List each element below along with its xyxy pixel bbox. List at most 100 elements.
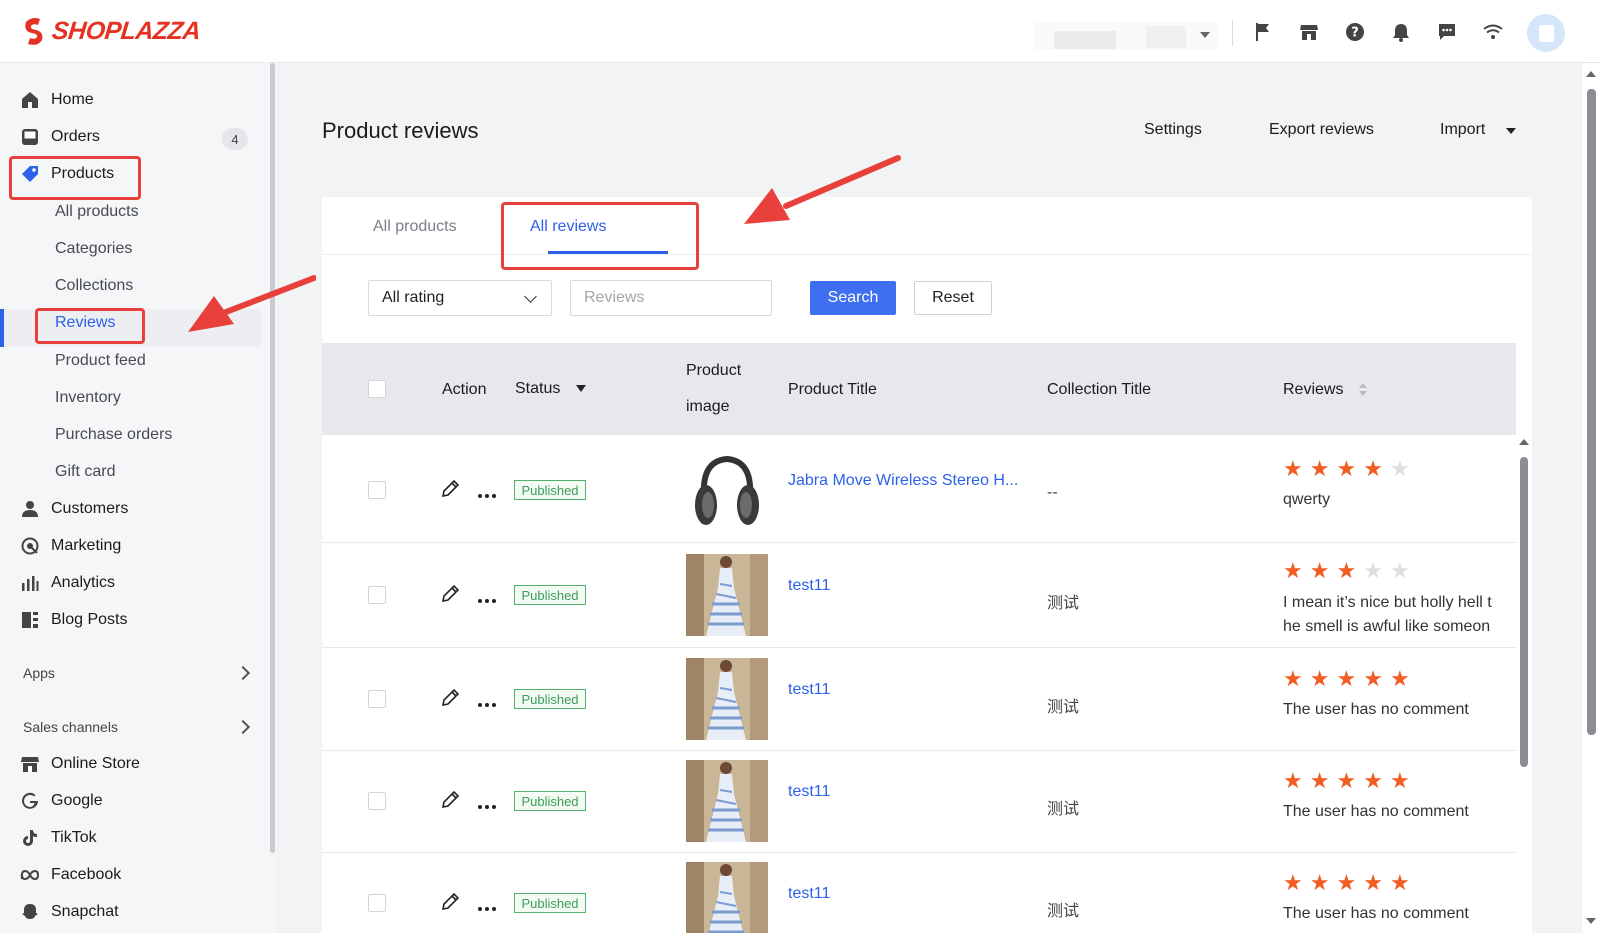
highlight-reviews-box — [35, 308, 145, 344]
sidebar-subitem-gift-card[interactable]: Gift card — [55, 457, 115, 487]
select-all-checkbox[interactable] — [368, 380, 386, 398]
wifi-icon[interactable] — [1481, 20, 1505, 44]
sidebar-item-online-store[interactable]: Online Store — [20, 749, 140, 779]
scroll-up-arrow-icon[interactable] — [1586, 71, 1596, 77]
scrollbar-thumb[interactable] — [1587, 89, 1596, 735]
sort-up-icon[interactable] — [1359, 383, 1367, 388]
message-icon[interactable] — [1435, 20, 1459, 44]
import-button[interactable]: Import — [1440, 121, 1485, 139]
sidebar-subitem-product-feed[interactable]: Product feed — [55, 346, 146, 376]
row-checkbox[interactable] — [368, 586, 386, 604]
collection-title: 测试 — [1047, 903, 1080, 920]
sidebar-subitem-collections[interactable]: Collections — [55, 271, 133, 301]
more-options-icon[interactable] — [477, 899, 497, 917]
highlight-all-reviews-tab-box — [501, 202, 699, 270]
inbox-icon — [20, 127, 40, 147]
more-options-icon[interactable] — [477, 486, 497, 504]
sidebar-subitem-categories[interactable]: Categories — [55, 234, 132, 264]
flag-icon[interactable] — [1251, 20, 1275, 44]
edit-pencil-icon[interactable] — [440, 584, 460, 609]
row-checkbox[interactable] — [368, 894, 386, 912]
chevron-down-icon — [1200, 32, 1210, 38]
settings-button[interactable]: Settings — [1144, 121, 1202, 139]
product-thumbnail[interactable] — [686, 449, 768, 531]
star-icon: ★ — [1309, 666, 1330, 691]
review-text: I mean it’s nice but holly hell the smel… — [1283, 594, 1492, 635]
shoplazza-logo[interactable]: SHOPLAZZA — [22, 16, 202, 46]
home-icon — [20, 90, 40, 110]
sales-channels-header[interactable]: Sales channels — [23, 716, 118, 738]
product-title-link[interactable]: test11 — [788, 681, 830, 699]
edit-pencil-icon[interactable] — [440, 790, 460, 815]
sidebar-item-home[interactable]: Home — [20, 85, 94, 115]
reviews-search-input[interactable] — [570, 280, 772, 316]
sidebar-subitem-all-products[interactable]: All products — [55, 197, 139, 227]
reset-button[interactable]: Reset — [914, 281, 992, 315]
sidebar-item-marketing[interactable]: Marketing — [20, 531, 121, 561]
storefront-icon[interactable] — [1297, 20, 1321, 44]
product-title-link[interactable]: test11 — [788, 783, 830, 801]
chevron-right-icon[interactable] — [235, 665, 251, 681]
bell-icon[interactable] — [1389, 20, 1413, 44]
sidebar-item-label: Orders — [51, 128, 100, 145]
table-scrollbar[interactable] — [1516, 435, 1532, 933]
star-icon: ★ — [1309, 870, 1330, 895]
sidebar-item-facebook[interactable]: Facebook — [20, 860, 121, 890]
table-row: Published test11 测试 ★ ★ ★ ★ ★ The user has no co… — [322, 750, 1516, 852]
tab-all-products[interactable]: All products — [373, 218, 457, 236]
sidebar-item-blog-posts[interactable]: Blog Posts — [20, 605, 127, 635]
product-thumbnail[interactable] — [686, 658, 768, 740]
more-options-icon[interactable] — [477, 591, 497, 609]
edit-pencil-icon[interactable] — [440, 688, 460, 713]
search-button[interactable]: Search — [810, 281, 896, 315]
logo-mark-icon — [25, 18, 43, 45]
help-icon[interactable]: ? — [1343, 20, 1367, 44]
product-thumbnail[interactable] — [686, 554, 768, 636]
reviews-card: All products All reviews All rating Sear… — [322, 197, 1532, 933]
column-header-reviews[interactable]: Reviews — [1283, 381, 1343, 399]
page-scrollbar[interactable] — [1582, 63, 1600, 933]
store-switcher[interactable] — [1034, 22, 1218, 50]
avatar[interactable] — [1527, 14, 1565, 52]
export-reviews-button[interactable]: Export reviews — [1269, 121, 1374, 139]
column-header-status[interactable]: Status — [515, 380, 560, 398]
row-checkbox[interactable] — [368, 481, 386, 499]
apps-section-header[interactable]: Apps — [23, 662, 55, 684]
row-checkbox[interactable] — [368, 690, 386, 708]
product-thumbnail[interactable] — [686, 760, 768, 842]
more-options-icon[interactable] — [477, 695, 497, 713]
sidebar-scrollbar[interactable] — [270, 63, 275, 853]
rating-filter-select[interactable]: All rating — [368, 280, 552, 316]
rating-stars: ★ ★ ★ ★ ★ — [1283, 872, 1410, 894]
sidebar-subitem-inventory[interactable]: Inventory — [55, 383, 121, 413]
chevron-right-icon[interactable] — [235, 719, 251, 735]
product-thumbnail[interactable] — [686, 862, 768, 933]
product-title-link[interactable]: test11 — [788, 577, 830, 595]
sidebar-item-google[interactable]: Google — [20, 786, 103, 816]
edit-pencil-icon[interactable] — [440, 892, 460, 917]
column-header-collection-title: Collection Title — [1047, 381, 1152, 398]
sidebar-item-tiktok[interactable]: TikTok — [20, 823, 97, 853]
star-icon: ★ — [1336, 768, 1357, 793]
status-filter-caret-icon[interactable] — [576, 385, 586, 392]
target-icon — [20, 536, 40, 556]
sidebar-item-analytics[interactable]: Analytics — [20, 568, 115, 598]
sidebar-subitem-purchase-orders[interactable]: Purchase orders — [55, 420, 172, 450]
edit-pencil-icon[interactable] — [440, 479, 460, 504]
sidebar-item-orders[interactable]: Orders — [20, 122, 100, 152]
product-title-link[interactable]: Jabra Move Wireless Stereo H... — [788, 472, 1018, 490]
product-title-link[interactable]: test11 — [788, 885, 830, 903]
sidebar-item-snapchat[interactable]: Snapchat — [20, 897, 119, 927]
status-badge: Published — [514, 585, 586, 605]
scroll-down-arrow-icon[interactable] — [1586, 918, 1596, 924]
sidebar-item-customers[interactable]: Customers — [20, 494, 128, 524]
rating-stars: ★ ★ ★ ★ ★ — [1283, 668, 1410, 690]
sidebar-item-label: Google — [51, 792, 103, 809]
scroll-up-arrow-icon[interactable] — [1519, 439, 1529, 445]
status-badge: Published — [514, 480, 586, 500]
more-options-icon[interactable] — [477, 797, 497, 815]
row-checkbox[interactable] — [368, 792, 386, 810]
scrollbar-thumb[interactable] — [1520, 457, 1528, 767]
caret-down-icon[interactable] — [1506, 128, 1516, 134]
sort-down-icon[interactable] — [1359, 391, 1367, 396]
